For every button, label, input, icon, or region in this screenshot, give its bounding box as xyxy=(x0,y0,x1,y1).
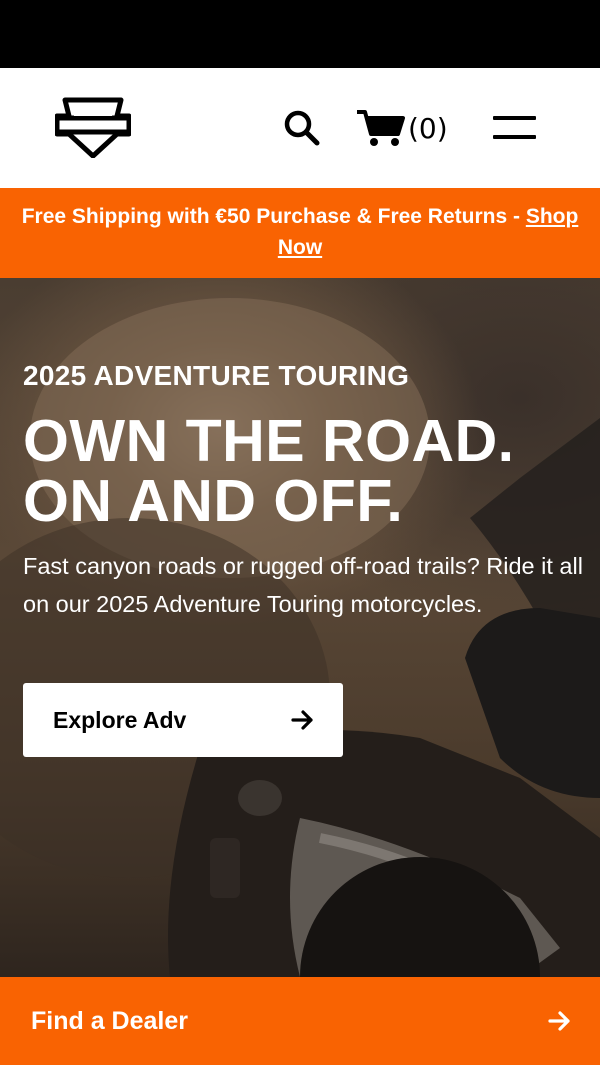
promo-text: Free Shipping with €50 Purchase & Free R… xyxy=(21,205,526,228)
cart-icon xyxy=(357,110,405,146)
hamburger-menu-icon[interactable] xyxy=(490,112,538,144)
menu-line xyxy=(493,116,536,120)
cta-label: Explore Adv xyxy=(53,706,187,733)
status-bar xyxy=(0,0,600,68)
hero-eyebrow: 2025 ADVENTURE TOURING xyxy=(23,360,410,391)
search-button[interactable] xyxy=(282,108,322,148)
promo-banner: Free Shipping with €50 Purchase & Free R… xyxy=(0,188,600,278)
hero-headline: OWN THE ROAD. ON AND OFF. xyxy=(23,411,515,531)
hero-body-text: Fast canyon roads or rugged off-road tra… xyxy=(23,553,583,617)
shield-logo-icon[interactable] xyxy=(55,96,131,158)
find-dealer-button[interactable]: Find a Dealer xyxy=(0,977,600,1065)
menu-line xyxy=(493,135,536,139)
headline-line-2: ON AND OFF. xyxy=(23,468,404,534)
find-dealer-label: Find a Dealer xyxy=(31,1006,188,1035)
search-icon xyxy=(284,110,320,146)
headline-line-1: OWN THE ROAD. xyxy=(23,408,515,474)
site-header: (0) xyxy=(0,68,600,188)
arrow-right-icon xyxy=(548,1011,570,1031)
cart-count: (0) xyxy=(408,111,448,145)
arrow-right-icon xyxy=(291,710,313,730)
cart-button[interactable]: (0) xyxy=(356,106,448,150)
hero-banner: 2025 ADVENTURE TOURING OWN THE ROAD. ON … xyxy=(0,278,600,977)
explore-adv-button[interactable]: Explore Adv xyxy=(23,683,343,757)
